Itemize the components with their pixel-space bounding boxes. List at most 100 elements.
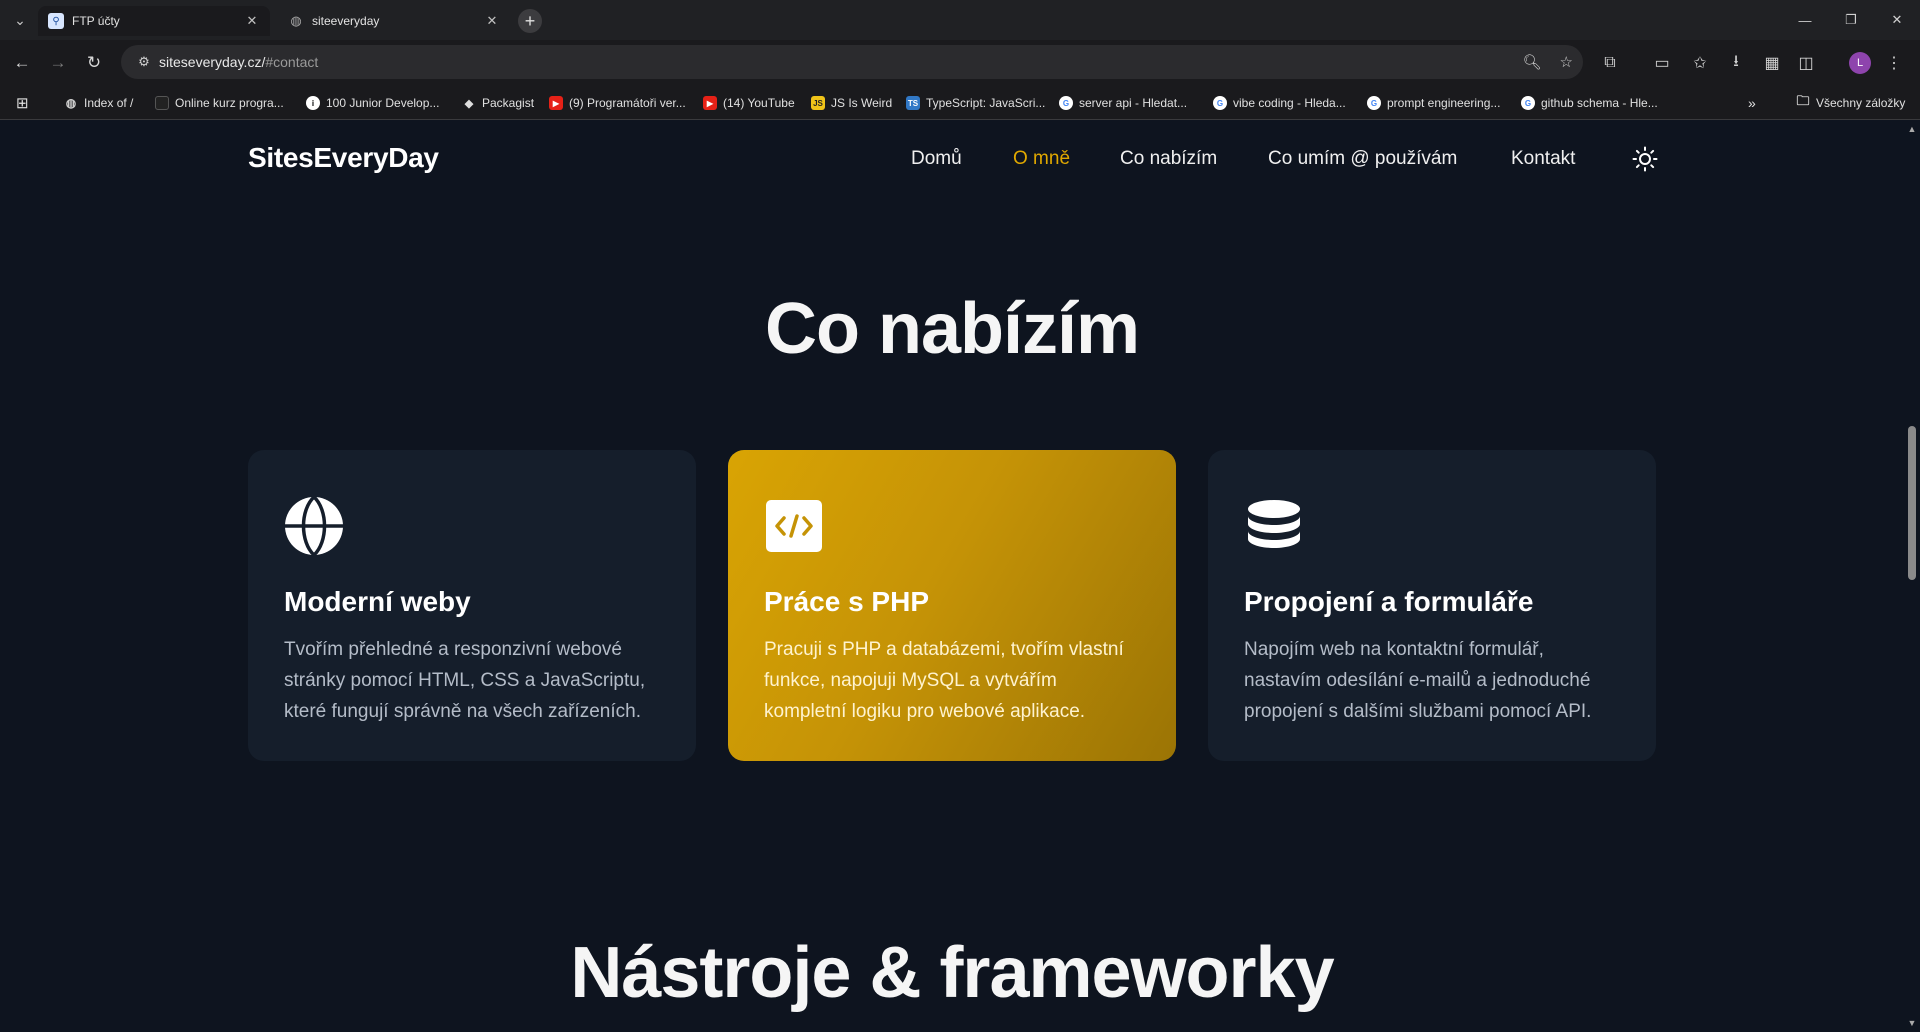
bookmark-index[interactable]: ◍ Index of / xyxy=(64,94,134,112)
tab-title: FTP účty xyxy=(72,14,120,28)
site-header: SitesEveryDay Domů O mně Co nabízím Co u… xyxy=(0,120,1900,200)
scroll-down-icon[interactable]: ▼ xyxy=(1907,1018,1917,1028)
bookmark-server-api[interactable]: G server api - Hledat... xyxy=(1059,94,1187,112)
all-bookmarks-folder[interactable]: 🗀 Všechny záložky xyxy=(1796,93,1906,112)
code-icon xyxy=(764,496,824,556)
bookmark-label: github schema - Hle... xyxy=(1541,96,1658,110)
menu-kebab-icon[interactable]: ⋮ xyxy=(1882,52,1906,74)
bookmark-label: server api - Hledat... xyxy=(1079,96,1188,110)
nav-home[interactable]: Domů xyxy=(911,148,962,170)
tab-siteeveryday[interactable]: ◍ siteeveryday ✕ xyxy=(278,6,510,36)
bookmark-label: 100 Junior Develop... xyxy=(326,96,440,110)
download-icon[interactable]: ⭳ xyxy=(1724,52,1748,74)
card-title: Práce s PHP xyxy=(764,586,929,617)
favorites-icon[interactable]: ✩ xyxy=(1688,52,1712,74)
card-title: Moderní weby xyxy=(284,586,471,617)
bookmark-label: TypeScript: JavaScri... xyxy=(926,96,1046,110)
bookmark-label: prompt engineering... xyxy=(1387,96,1501,110)
scrollbar-thumb[interactable] xyxy=(1908,426,1916,580)
bookmark-packagist[interactable]: ◆ Packagist xyxy=(462,94,534,112)
bookmarks-bar: ⊞ ◍ Index of / Online kurz progra... i 1… xyxy=(0,86,1920,120)
js-icon: JS xyxy=(811,96,825,110)
url-host: siteseveryday.cz/ xyxy=(159,54,266,70)
extensions-icon[interactable]: ⧉ xyxy=(1598,52,1622,74)
bookmark-label: JS Is Weird xyxy=(831,96,893,110)
bookmark-youtube[interactable]: ▶ (14) YouTube xyxy=(703,94,795,112)
bookmark-label: (14) YouTube xyxy=(723,96,795,110)
close-icon[interactable]: ✕ xyxy=(244,13,260,29)
close-window-icon[interactable]: ✕ xyxy=(1874,8,1920,32)
bookmark-prompt-engineering[interactable]: G prompt engineering... xyxy=(1367,94,1500,112)
google-icon: G xyxy=(1367,96,1381,110)
page-scrollbar[interactable]: ▲ ▼ xyxy=(1904,120,1920,1032)
card-text: Pracuji s PHP a databázemi, tvořím vlast… xyxy=(764,639,1124,722)
tab-search-chevron-icon[interactable]: ⌄ xyxy=(8,8,32,32)
tab-strip: ⌄ ⚲ FTP účty ✕ ◍ siteeveryday ✕ + — ❐ ✕ xyxy=(0,0,1920,40)
bookmark-star-icon[interactable]: ☆ xyxy=(1560,53,1573,71)
nav-services[interactable]: Co nabízím xyxy=(1120,148,1217,170)
reload-icon[interactable]: ↻ xyxy=(80,49,108,77)
bookmark-programatori[interactable]: ▶ (9) Programátoři ver... xyxy=(549,94,686,112)
nav-about[interactable]: O mně xyxy=(1013,148,1070,170)
nav-contact[interactable]: Kontakt xyxy=(1511,148,1575,170)
card-title: Propojení a formuláře xyxy=(1244,586,1534,617)
forward-icon[interactable]: → xyxy=(44,49,72,77)
card-text: Tvořím přehledné a responzivní webové st… xyxy=(284,639,646,722)
bookmark-junior-dev[interactable]: i 100 Junior Develop... xyxy=(306,94,439,112)
address-bar[interactable]: ⚙ siteseveryday.cz/#contact 🔍︎ ☆ xyxy=(121,45,1583,79)
bookmark-vibe-coding[interactable]: G vibe coding - Hleda... xyxy=(1213,94,1346,112)
wallet-icon[interactable]: ▭ xyxy=(1650,52,1674,74)
minimize-icon[interactable]: — xyxy=(1782,8,1828,32)
youtube-icon: ▶ xyxy=(703,96,717,110)
ftp-favicon-icon: ⚲ xyxy=(48,13,64,29)
info-icon: i xyxy=(306,96,320,110)
url-path: #contact xyxy=(265,54,319,70)
reading-mode-icon[interactable]: ◫ xyxy=(1794,52,1818,74)
bookmark-js-is-weird[interactable]: JS JS Is Weird xyxy=(811,94,892,112)
google-icon: G xyxy=(1521,96,1535,110)
zoom-icon[interactable]: 🔍︎ xyxy=(1523,53,1542,71)
service-card-forms: Propojení a formuláře Napojím web na kon… xyxy=(1208,450,1656,761)
tab-ftp-accounts[interactable]: ⚲ FTP účty ✕ xyxy=(38,6,270,36)
globe-icon: ◍ xyxy=(65,96,77,110)
scroll-up-icon[interactable]: ▲ xyxy=(1907,124,1917,134)
bookmark-typescript[interactable]: TS TypeScript: JavaScri... xyxy=(906,94,1045,112)
bookmark-label: Index of / xyxy=(84,96,134,110)
tab-title: siteeveryday xyxy=(312,14,380,28)
bookmark-label: (9) Programátoři ver... xyxy=(569,96,686,110)
ts-icon: TS xyxy=(906,96,920,110)
youtube-icon: ▶ xyxy=(549,96,563,110)
folder-icon: 🗀 xyxy=(1796,93,1810,108)
github-icon xyxy=(155,96,169,110)
close-icon[interactable]: ✕ xyxy=(484,13,500,29)
nav-skills[interactable]: Co umím @ používám xyxy=(1268,148,1457,170)
site-info-icon[interactable]: ⚙ xyxy=(129,54,159,70)
apps-grid-icon[interactable]: ⊞ xyxy=(16,94,29,112)
globe-icon xyxy=(284,495,344,557)
sun-icon[interactable] xyxy=(1632,146,1658,172)
bookmark-github-schema[interactable]: G github schema - Hle... xyxy=(1521,94,1658,112)
tab-search-icon[interactable]: ▦ xyxy=(1760,52,1784,74)
google-icon: G xyxy=(1213,96,1227,110)
bookmark-label: vibe coding - Hleda... xyxy=(1233,96,1346,110)
service-card-modern-web: Moderní weby Tvořím přehledné a responzi… xyxy=(248,450,696,761)
profile-avatar[interactable]: L xyxy=(1849,52,1871,74)
google-icon: G xyxy=(1059,96,1073,110)
browser-toolbar: ← → ↻ ⚙ siteseveryday.cz/#contact 🔍︎ ☆ ⧉… xyxy=(0,40,1920,86)
section-title: Co nabízím xyxy=(764,289,1140,369)
bookmark-label: Packagist xyxy=(482,96,535,110)
new-tab-button[interactable]: + xyxy=(518,9,542,33)
bookmarks-overflow-chevron-icon[interactable]: » xyxy=(1748,94,1756,112)
database-icon xyxy=(1244,496,1304,556)
back-icon[interactable]: ← xyxy=(8,49,36,77)
next-section-title: Nástroje & frameworky xyxy=(570,933,1334,1013)
restore-icon[interactable]: ❐ xyxy=(1828,8,1874,32)
card-text: Napojím web na kontaktní formulář, nasta… xyxy=(1244,639,1592,722)
bookmark-online-kurz[interactable]: Online kurz progra... xyxy=(155,94,284,112)
packagist-icon: ◆ xyxy=(464,97,474,110)
all-bookmarks-label: Všechny záložky xyxy=(1816,96,1906,110)
service-card-php: Práce s PHP Pracuji s PHP a databázemi, … xyxy=(728,450,1176,761)
globe-icon: ◍ xyxy=(290,13,302,28)
site-logo[interactable]: SitesEveryDay xyxy=(248,142,439,174)
page-viewport: SitesEveryDay Domů O mně Co nabízím Co u… xyxy=(0,120,1920,1032)
